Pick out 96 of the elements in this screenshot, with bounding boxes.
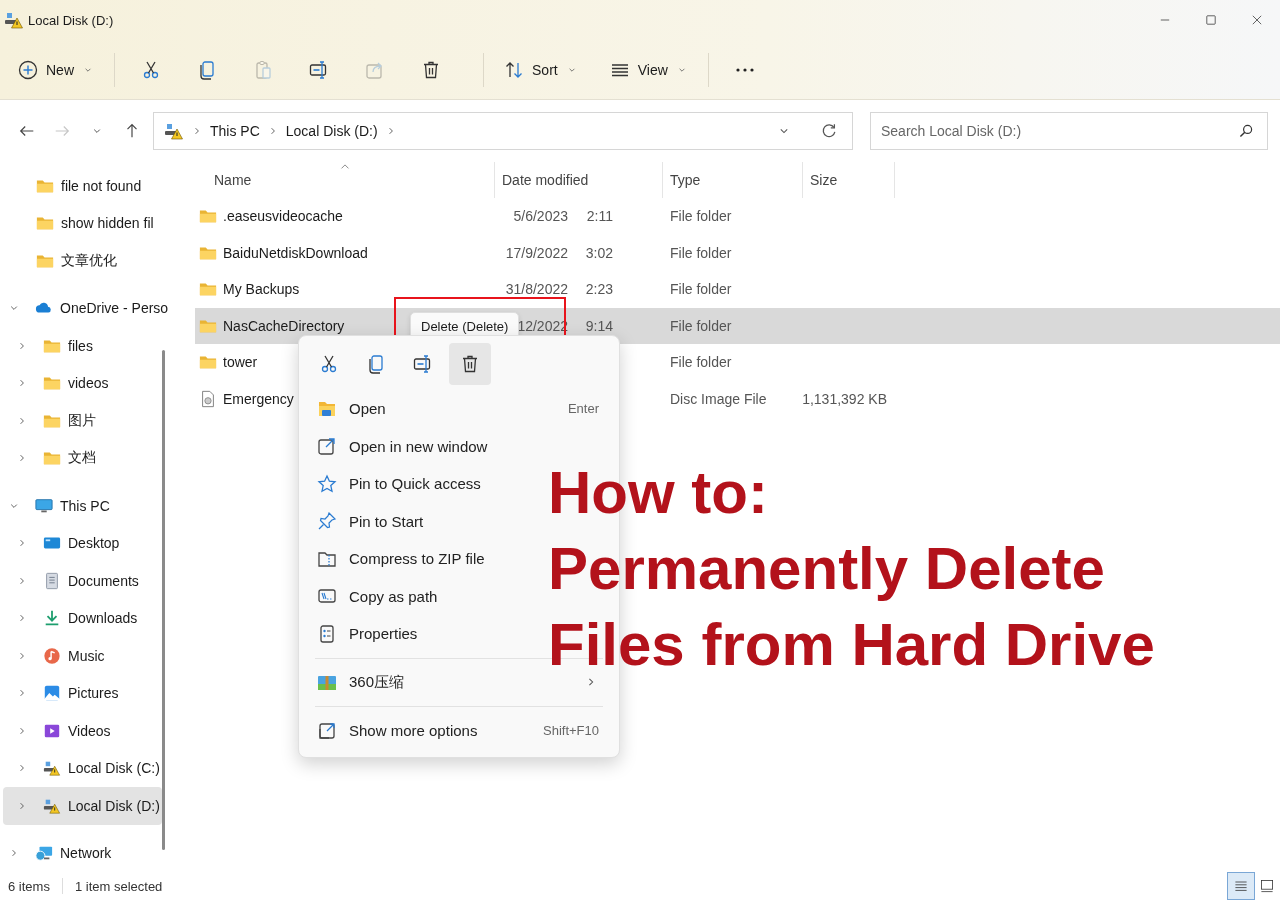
details-view-button[interactable]: [1228, 873, 1254, 899]
refresh-icon[interactable]: [820, 122, 838, 140]
time-text: 2:11: [586, 208, 613, 225]
picture-icon: [43, 684, 61, 703]
download-arrow-icon: [43, 609, 61, 628]
sort-button[interactable]: Sort: [500, 51, 582, 88]
sidebar-item[interactable]: This PC: [3, 487, 155, 525]
date-text: 17/9/2022: [504, 244, 568, 261]
sidebar-item[interactable]: file not found: [3, 167, 155, 205]
sidebar-item[interactable]: Documents: [3, 562, 155, 600]
menu-item[interactable]: Open in new window: [303, 427, 516, 465]
sidebar-item[interactable]: Desktop: [3, 524, 155, 562]
delete-button[interactable]: [449, 343, 491, 385]
network-icon: [35, 844, 53, 863]
document-icon: [43, 571, 61, 590]
headline-text: How to:: [548, 462, 769, 524]
cut-icon: [319, 354, 339, 374]
maximize-icon: [1204, 13, 1218, 27]
sidebar-item[interactable]: Downloads: [3, 599, 155, 637]
details-view-icon: [1233, 878, 1249, 894]
tiles-view-icon: [1259, 878, 1275, 894]
type-text: Disc Image File: [670, 390, 767, 407]
time-text: 3:02: [585, 244, 613, 261]
headline-text: Files from Hard Drive: [548, 614, 1155, 676]
sidebar-item[interactable]: OneDrive - Perso: [3, 289, 171, 327]
properties-icon: [317, 623, 337, 644]
sidebar-item[interactable]: Music: [3, 637, 155, 675]
menu-item[interactable]: Pin to Start: [303, 502, 452, 540]
file-name: My Backups: [223, 281, 300, 298]
menu-item[interactable]: Show more options Shift+F10: [303, 712, 615, 750]
search-field[interactable]: Search Local Disk (D:): [870, 112, 1268, 150]
sidebar-item[interactable]: Network: [3, 834, 155, 872]
column-header[interactable]: Size: [803, 162, 895, 198]
sidebar-item[interactable]: 文章优化: [3, 242, 155, 280]
breadcrumb[interactable]: Local Disk (D:): [285, 123, 378, 139]
drive-icon: [43, 759, 61, 778]
column-header[interactable]: Date modified: [495, 162, 663, 198]
sidebar-item[interactable]: Local Disk (C:): [3, 749, 162, 787]
sidebar-item[interactable]: Pictures: [3, 674, 155, 712]
file-name: .easeusvideocache: [223, 208, 343, 225]
date-text: 5/6/2023: [512, 208, 568, 225]
type-text: File folder: [670, 317, 732, 334]
drive-icon: [164, 121, 184, 141]
item-count: 6 items: [8, 878, 50, 894]
type-text: File folder: [670, 208, 732, 225]
menu-item[interactable]: Pin to Quick access: [303, 465, 509, 503]
copy-icon[interactable]: [197, 59, 217, 80]
star-icon: [317, 473, 337, 494]
drive-icon: [4, 10, 24, 30]
close-icon: [1250, 13, 1264, 27]
column-header[interactable]: Name: [195, 162, 495, 198]
rename-icon[interactable]: [309, 59, 329, 80]
copy-icon: [366, 354, 386, 374]
column-header[interactable]: Type: [663, 162, 803, 198]
view-button[interactable]: View: [605, 51, 692, 88]
type-text: File folder: [670, 354, 732, 371]
sidebar-item[interactable]: show hidden fil: [3, 204, 156, 242]
sidebar-item[interactable]: Videos: [3, 712, 155, 750]
sidebar-item[interactable]: videos: [3, 364, 155, 402]
sidebar-item[interactable]: Local Disk (D:): [3, 787, 162, 825]
sidebar-item[interactable]: 图片: [3, 402, 155, 440]
scrollbar[interactable]: [162, 350, 165, 850]
disc-file-icon: [199, 389, 217, 408]
file-name: tower: [223, 354, 258, 371]
date-text: 31/8/2022: [504, 281, 568, 298]
pin-icon: [317, 511, 337, 532]
type-text: File folder: [670, 244, 732, 261]
new-button[interactable]: New: [14, 51, 98, 88]
size-text: 1,131,392 KB: [802, 390, 887, 407]
rename-icon: [413, 354, 433, 374]
menu-item[interactable]: Copy as path: [303, 577, 466, 615]
menu-item[interactable]: Compress to ZIP file: [303, 540, 513, 578]
trash-icon[interactable]: [421, 59, 441, 80]
new-window-icon: [317, 436, 337, 457]
type-text: File folder: [670, 281, 732, 298]
sidebar-item[interactable]: files: [3, 327, 155, 365]
file-name: NasCacheDirectory: [223, 317, 345, 334]
time-text: 9:14: [585, 317, 613, 334]
sidebar-item[interactable]: 文档: [3, 439, 155, 477]
selection-count: 1 item selected: [74, 878, 163, 894]
music-note-icon: [43, 646, 61, 665]
window-title: Local Disk (D:): [28, 12, 114, 28]
file-name: BaiduNetdiskDownload: [223, 244, 368, 261]
file-name: Emergency: [223, 390, 294, 407]
menu-item[interactable]: Open Enter: [303, 390, 615, 428]
breadcrumb[interactable]: This PC: [210, 123, 260, 139]
time-text: 2:23: [585, 281, 613, 298]
cut-icon[interactable]: [141, 59, 161, 80]
menu-item[interactable]: Properties: [303, 615, 446, 653]
monitor-icon: [35, 496, 53, 515]
trash-icon: [460, 354, 480, 374]
headline-text: Permanently Delete: [548, 538, 1106, 600]
plus-circle-icon: [18, 59, 38, 80]
more-options-icon: [317, 720, 337, 741]
search-icon[interactable]: [1238, 123, 1254, 139]
address-bar[interactable]: This PC Local Disk (D:): [153, 112, 853, 150]
